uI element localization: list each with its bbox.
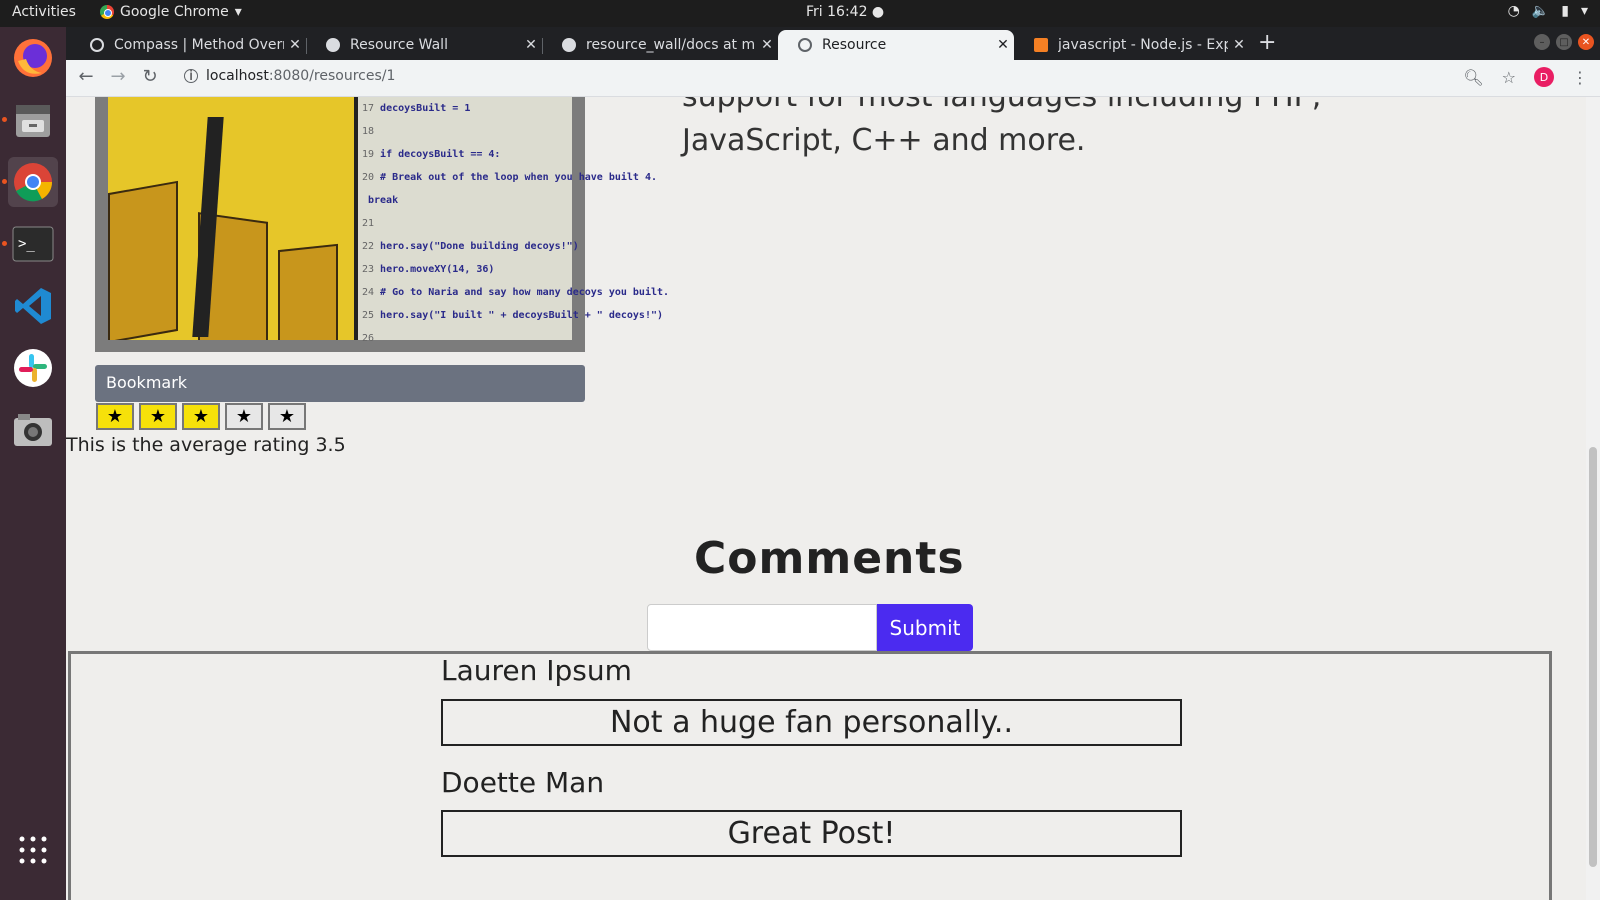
running-indicator — [2, 179, 7, 184]
running-indicator — [2, 241, 7, 246]
bookmark-button[interactable]: Bookmark — [95, 365, 585, 402]
system-tray[interactable]: ◔ 🔈 ▮ ▾ — [1508, 3, 1588, 19]
battery-icon: ▮ — [1561, 3, 1569, 19]
comment-text: Not a huge fan personally.. — [441, 699, 1182, 746]
menu-dots-icon[interactable]: ⋮ — [1572, 68, 1588, 87]
slack-icon[interactable] — [8, 343, 58, 393]
globe-icon — [798, 38, 812, 52]
comment-text: Great Post! — [441, 810, 1182, 857]
info-icon[interactable]: i — [184, 69, 198, 84]
terminal-icon[interactable]: >_ — [2, 219, 58, 269]
tab-title: Resource — [822, 37, 887, 53]
star-icon[interactable]: ★ — [225, 403, 263, 430]
star-rating[interactable]: ★ ★ ★ ★ ★ — [96, 403, 306, 430]
tab-title: Resource Wall — [350, 37, 448, 53]
camera-icon[interactable] — [8, 405, 58, 455]
profile-avatar[interactable]: D — [1534, 67, 1554, 87]
browser-toolbar: ← → ↻ i localhost:8080/resources/1 🔍︎ ☆ … — [66, 60, 1600, 97]
address-bar[interactable]: i localhost:8080/resources/1 — [184, 68, 395, 84]
minimize-icon[interactable]: – — [1534, 34, 1550, 50]
toolbar-actions: 🔍︎ ☆ D ⋮ — [1463, 67, 1588, 87]
star-icon[interactable]: ★ — [96, 403, 134, 430]
tab-compass[interactable]: Compass | Method Overri ✕ — [70, 30, 306, 60]
tab-stackoverflow[interactable]: javascript - Node.js - Expr ✕ — [1014, 30, 1250, 60]
tab-title: javascript - Node.js - Expr — [1058, 37, 1228, 53]
tab-title: resource_wall/docs at ma — [586, 37, 756, 53]
app-grid-icon[interactable] — [8, 825, 58, 875]
comment-input[interactable] — [647, 604, 877, 651]
star-icon[interactable]: ★ — [139, 403, 177, 430]
tab-resource[interactable]: Resource ✕ — [778, 30, 1014, 60]
close-icon[interactable]: ✕ — [1228, 37, 1250, 53]
back-icon[interactable]: ← — [74, 66, 98, 87]
close-icon[interactable]: ✕ — [520, 37, 542, 53]
volume-icon: 🔈 — [1531, 3, 1550, 19]
tab-title: Compass | Method Overri — [114, 37, 284, 53]
description-line: support for most languages including PHP… — [682, 97, 1382, 119]
app-menu[interactable]: Google Chrome ▾ — [100, 4, 242, 20]
tab-resource-wall-docs[interactable]: resource_wall/docs at ma ✕ — [542, 30, 778, 60]
tab-resource-wall[interactable]: Resource Wall ✕ — [306, 30, 542, 60]
star-icon[interactable]: ★ — [182, 403, 220, 430]
close-window-icon[interactable]: ✕ — [1578, 34, 1594, 50]
wifi-icon: ◔ — [1507, 3, 1520, 19]
tab-strip: Compass | Method Overri ✕ Resource Wall … — [66, 27, 1600, 60]
github-icon — [326, 38, 340, 52]
resource-image: 17 decoysBuilt = 1 18 19 if decoysBuilt ==… — [95, 97, 669, 352]
clock[interactable]: Fri 16:42 ● — [806, 4, 884, 20]
url-host: localhost — [206, 68, 269, 84]
code-editor-screenshot: 17 decoysBuilt = 1 18 19 if decoysBuilt ==… — [354, 97, 669, 344]
github-icon — [562, 38, 576, 52]
svg-text:>_: >_ — [18, 236, 35, 252]
stackoverflow-icon — [1034, 38, 1048, 52]
comment-author: Doette Man — [441, 766, 605, 799]
zoom-icon[interactable]: 🔍︎ — [1463, 68, 1483, 87]
comment-author: Lauren Ipsum — [441, 654, 632, 687]
files-icon[interactable] — [2, 95, 58, 145]
star-icon[interactable]: ★ — [268, 403, 306, 430]
compass-icon — [90, 38, 104, 52]
forward-icon[interactable]: → — [106, 66, 130, 87]
url-path: :8080/resources/1 — [268, 68, 396, 84]
close-icon[interactable]: ✕ — [992, 37, 1014, 53]
vscode-icon[interactable] — [8, 281, 58, 331]
chrome-icon[interactable] — [2, 157, 58, 207]
running-indicator — [2, 117, 7, 122]
chevron-down-icon: ▾ — [1580, 3, 1588, 19]
page-scrollbar[interactable] — [1586, 97, 1600, 900]
maximize-icon[interactable]: □ — [1556, 34, 1572, 50]
scrollbar-thumb[interactable] — [1589, 447, 1597, 867]
firefox-icon[interactable] — [8, 33, 58, 83]
comments-list: Lauren Ipsum Not a huge fan personally..… — [68, 651, 1552, 900]
star-bookmark-icon[interactable]: ☆ — [1502, 68, 1516, 87]
comment-form: Submit — [647, 604, 973, 651]
reload-icon[interactable]: ↻ — [138, 66, 162, 87]
activities-button[interactable]: Activities — [12, 4, 76, 20]
close-icon[interactable]: ✕ — [756, 37, 778, 53]
page-viewport: 17 decoysBuilt = 1 18 19 if decoysBuilt ==… — [66, 97, 1600, 900]
game-scene — [108, 97, 358, 340]
close-icon[interactable]: ✕ — [284, 37, 306, 53]
chrome-icon — [100, 5, 114, 19]
description-line: JavaScript, C++ and more. — [682, 123, 1086, 158]
app-name: Google Chrome — [120, 4, 229, 20]
chevron-down-icon: ▾ — [234, 4, 242, 20]
window-controls: – □ ✕ — [1534, 34, 1594, 50]
comments-heading: Comments — [694, 533, 965, 584]
average-rating: This is the average rating 3.5 — [66, 434, 346, 456]
submit-button[interactable]: Submit — [877, 604, 973, 651]
dock: >_ — [0, 27, 66, 900]
new-tab-button[interactable]: + — [1258, 30, 1276, 55]
resource-description: support for most languages including PHP… — [682, 97, 1382, 163]
system-top-bar: Activities Google Chrome ▾ Fri 16:42 ● ◔… — [0, 0, 1600, 27]
